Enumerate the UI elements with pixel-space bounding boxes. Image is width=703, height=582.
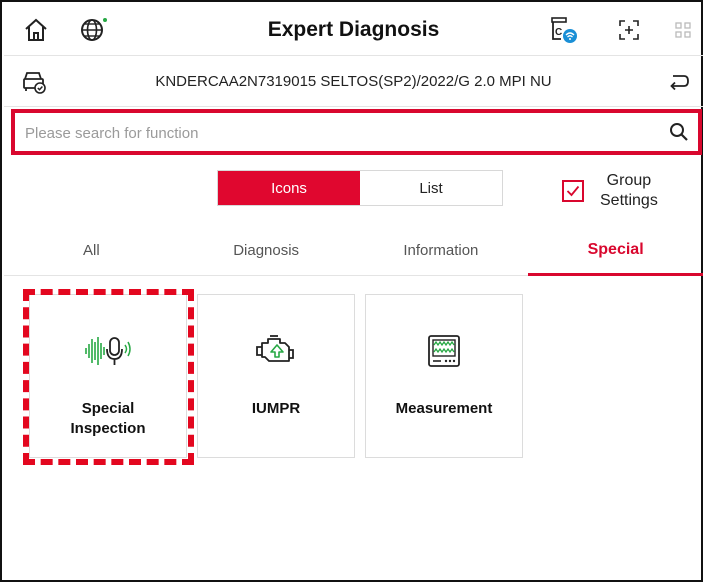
sound-microphone-icon — [30, 331, 186, 371]
tab-all[interactable]: All — [4, 225, 179, 275]
list-view-button[interactable]: List — [360, 171, 502, 205]
group-settings: Group Settings — [562, 170, 658, 212]
search-input[interactable] — [25, 120, 655, 146]
card-label: Special Inspection — [34, 399, 182, 439]
tab-special[interactable]: Special — [528, 225, 703, 276]
card-label-line1: Measurement — [395, 400, 493, 417]
card-label-line2: Inspection — [70, 420, 146, 437]
grid-icon[interactable] — [667, 14, 699, 46]
search-box — [11, 109, 702, 155]
screenshot-icon[interactable] — [613, 14, 645, 46]
group-settings-label-line2: Settings — [600, 192, 658, 209]
vci-connection-icon[interactable]: C — [548, 14, 580, 46]
globe-icon[interactable] — [78, 14, 110, 46]
checkmark-icon — [566, 185, 580, 197]
function-card-iumpr[interactable]: IUMPR — [197, 294, 355, 458]
tab-diagnosis[interactable]: Diagnosis — [179, 225, 354, 275]
group-settings-label: Group Settings — [600, 171, 658, 211]
function-card-measurement[interactable]: Measurement — [365, 294, 523, 458]
return-icon[interactable] — [663, 66, 695, 98]
category-tabs: All Diagnosis Information Special — [4, 225, 703, 276]
card-label: Measurement — [370, 399, 518, 419]
vehicle-info-bar: KNDERCAA2N7319015 SELTOS(SP2)/2022/G 2.0… — [4, 57, 703, 107]
engine-icon — [198, 331, 354, 371]
group-settings-checkbox[interactable] — [562, 180, 584, 202]
view-mode-toggle: Icons List — [217, 170, 503, 206]
card-label-line1: IUMPR — [251, 400, 301, 417]
oscilloscope-icon — [366, 331, 522, 371]
card-label: IUMPR — [202, 399, 350, 419]
icons-view-button[interactable]: Icons — [218, 171, 360, 205]
vehicle-info-text: KNDERCAA2N7319015 SELTOS(SP2)/2022/G 2.0… — [155, 73, 552, 90]
search-icon[interactable] — [666, 119, 692, 145]
app-window: Expert Diagnosis C KNDERCAA2N7319015 SEL… — [0, 0, 703, 582]
home-icon[interactable] — [20, 14, 52, 46]
group-settings-label-line1: Group — [606, 172, 652, 189]
function-card-special-inspection[interactable]: Special Inspection — [29, 294, 187, 458]
card-label-line1: Special — [81, 400, 135, 417]
tab-information[interactable]: Information — [354, 225, 529, 275]
header-bar: Expert Diagnosis C — [4, 4, 703, 56]
svg-text:C: C — [555, 27, 562, 38]
